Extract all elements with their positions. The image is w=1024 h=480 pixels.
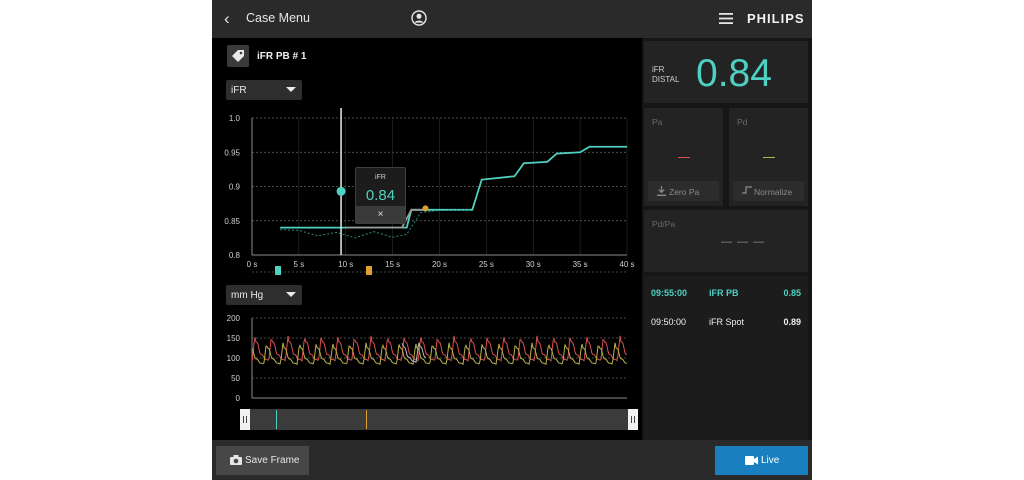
grip-line — [631, 416, 632, 423]
ifr-trend-chart[interactable]: 0.80.850.90.951.00 s5 s 10 s 15 s 20 s 25 s3… — [212, 108, 642, 273]
zero-pa-button[interactable]: Zero Pa — [648, 181, 719, 201]
measurement-list: 09:55:00 iFR PB 0.85 09:50:00 iFR Spot 0… — [644, 276, 808, 440]
pa-card: Pa Zero Pa — [644, 108, 723, 206]
download-icon — [657, 186, 666, 196]
y-tick-label: 50 — [231, 374, 240, 383]
scrubber-left-handle[interactable] — [240, 409, 250, 430]
tooltip-label: iFR — [375, 174, 386, 181]
tooltip-value: 0.84 — [365, 187, 396, 204]
ifr-marker-orange[interactable] — [366, 266, 372, 275]
camera-icon — [230, 455, 242, 465]
live-label: Live — [761, 455, 780, 466]
measurement-time: 09:55:00 — [651, 288, 688, 298]
footer-bar: Save Frame Live — [212, 440, 812, 480]
measurement-value: 0.89 — [783, 317, 801, 327]
y-tick-label: 0.9 — [229, 183, 241, 192]
y-tick-label: 1.0 — [229, 114, 241, 123]
measurement-name: iFR Spot — [709, 317, 745, 327]
grip-line — [243, 416, 244, 423]
hamburger-menu-icon[interactable] — [719, 13, 733, 24]
header-bar: ‹ Case Menu PHILIPS — [212, 0, 812, 38]
measurement-name: iFR PB — [709, 288, 739, 298]
marker-strip — [252, 266, 627, 275]
metric-select[interactable]: iFR — [226, 80, 302, 100]
save-frame-label: Save Frame — [245, 455, 300, 466]
chevron-down-icon — [286, 292, 296, 297]
ifr-cursor-tooltip: iFR 0.84 × — [355, 167, 406, 224]
pd-pa-card: Pd/Pa — — — — [644, 210, 808, 272]
series-line — [280, 145, 627, 229]
measurement-row[interactable]: 09:50:00 iFR Spot 0.89 — [651, 317, 801, 331]
metric-select-value: iFR — [231, 85, 247, 96]
measurement-row[interactable]: 09:55:00 iFR PB 0.85 — [651, 288, 801, 302]
app-window: ‹ Case Menu PHILIPS iFR PB # 1 iFR 0.8 0.… — [212, 0, 812, 480]
y-tick-label: 150 — [227, 334, 241, 343]
data-point — [422, 205, 429, 212]
normalize-label: Normalize — [754, 187, 793, 197]
waveform-panel: iFR PB # 1 iFR 0.8 0.85 0.9 0.95 1.0 0 s5 s 10… — [212, 38, 642, 440]
normalize-button[interactable]: Normalize — [733, 181, 804, 201]
live-button[interactable]: Live — [715, 446, 808, 475]
scrubber-mark-teal — [276, 410, 277, 429]
y-tick-label: 0.85 — [224, 217, 240, 226]
pd-pa-value: — — — — [721, 236, 766, 248]
pd-label: Pd — [737, 117, 748, 127]
y-tick-label: 0 — [236, 394, 241, 403]
measurements-panel: iFR DISTAL 0.84 Pa Zero Pa Pd Normalize — [642, 38, 812, 440]
zero-pa-label: Zero Pa — [669, 187, 700, 197]
pressure-waveform-chart[interactable]: 0 50 100 150 200 — [212, 310, 642, 406]
y-tick-label: 100 — [227, 354, 241, 363]
record-title: iFR PB # 1 — [257, 51, 307, 62]
tooltip-close-button[interactable]: × — [356, 206, 405, 223]
user-account-icon[interactable] — [411, 10, 427, 26]
pa-value-dash — [678, 157, 690, 158]
back-chevron-icon[interactable]: ‹ — [224, 9, 230, 29]
tag-icon — [232, 50, 244, 62]
y-tick-label: 0.8 — [229, 251, 241, 260]
y-tick-label: 0.95 — [224, 148, 240, 157]
unit-select[interactable]: mm Hg — [226, 285, 302, 305]
scrubber-right-handle[interactable] — [628, 409, 638, 430]
pd-card: Pd Normalize — [729, 108, 808, 206]
unit-select-value: mm Hg — [231, 290, 264, 301]
ifr-marker-teal[interactable] — [275, 266, 281, 275]
brand-logo: PHILIPS — [747, 11, 805, 26]
save-frame-button[interactable]: Save Frame — [216, 446, 309, 475]
pd-value-dash — [763, 157, 775, 158]
ifr-distal-card: iFR DISTAL 0.84 — [644, 41, 808, 103]
data-point — [336, 186, 346, 196]
measurement-value: 0.85 — [783, 288, 801, 298]
pa-label: Pa — [652, 117, 663, 127]
grip-line — [246, 416, 247, 423]
measurement-time: 09:50:00 — [651, 317, 687, 327]
scrubber-mark-orange — [366, 410, 367, 429]
case-menu-link[interactable]: Case Menu — [246, 11, 310, 25]
timeline-scrubber[interactable] — [240, 409, 638, 430]
ifr-distal-label: iFR DISTAL — [652, 65, 680, 84]
normalize-icon — [742, 186, 752, 194]
ifr-distal-value: 0.84 — [696, 52, 772, 95]
y-tick-label: 200 — [227, 314, 241, 323]
chevron-down-icon — [286, 87, 296, 92]
pd-pa-label: Pd/Pa — [652, 219, 676, 229]
video-camera-icon — [745, 456, 758, 465]
tag-button[interactable] — [227, 45, 249, 67]
grip-line — [634, 416, 635, 423]
